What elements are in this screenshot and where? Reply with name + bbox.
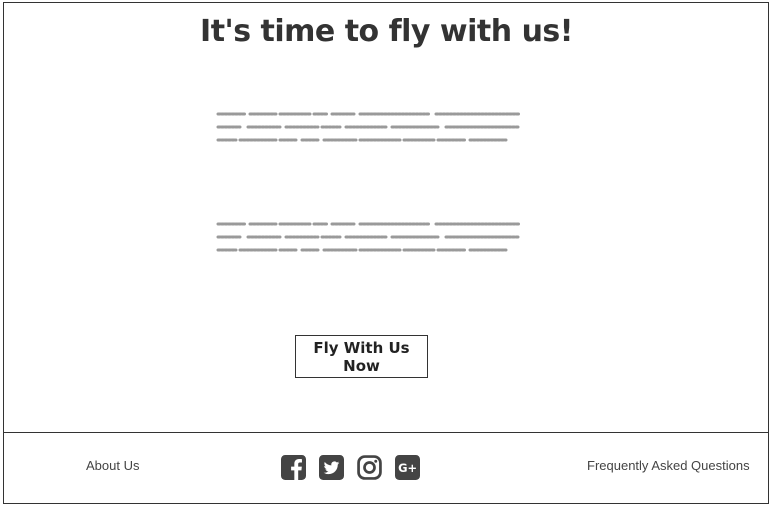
- placeholder-paragraph-1: [216, 112, 522, 142]
- about-us-link[interactable]: About Us: [86, 458, 139, 473]
- google-plus-icon[interactable]: G+: [395, 455, 420, 480]
- instagram-icon[interactable]: [357, 455, 382, 480]
- svg-text:G+: G+: [398, 461, 417, 475]
- placeholder-paragraph-2: [216, 222, 522, 252]
- footer: About Us G+ Frequently Asked Questions: [3, 432, 769, 504]
- fly-with-us-button[interactable]: Fly With Us Now: [295, 335, 428, 378]
- facebook-icon[interactable]: [281, 455, 306, 480]
- faq-link[interactable]: Frequently Asked Questions: [587, 458, 750, 473]
- page-title: It's time to fly with us!: [200, 14, 573, 49]
- social-links: G+: [281, 455, 420, 480]
- twitter-icon[interactable]: [319, 455, 344, 480]
